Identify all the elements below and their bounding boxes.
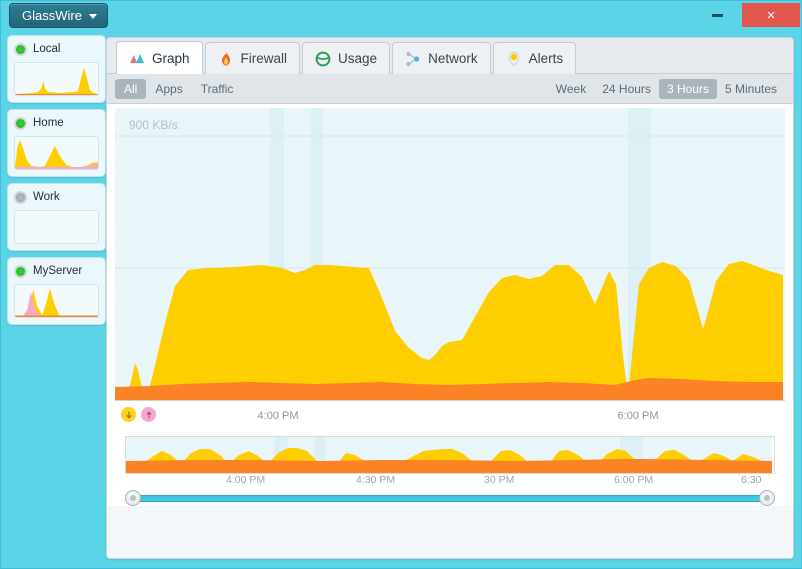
timeline-overview: 4:00 PM 4:30 PM 30 PM 6:00 PM 6:30 xyxy=(125,436,775,486)
x-tick-label: 4:00 PM xyxy=(257,410,299,422)
window-titlebar: GlassWire × xyxy=(1,1,801,29)
timeline-range-slider[interactable] xyxy=(125,490,775,506)
tab-firewall[interactable]: Firewall xyxy=(204,42,301,74)
overview-tick-label: 6:00 PM xyxy=(614,474,654,486)
network-card-header: Home xyxy=(14,115,99,131)
network-card-home[interactable]: Home xyxy=(7,109,106,177)
network-name: Local xyxy=(33,43,61,55)
view-filter-traffic[interactable]: Traffic xyxy=(192,79,243,99)
range-3-hours[interactable]: 3 Hours xyxy=(658,78,717,99)
tab-label: Firewall xyxy=(240,51,288,66)
glasswire-window: GlassWire × Local Home Work MyServer Gra… xyxy=(0,0,802,569)
minimize-icon xyxy=(711,13,723,17)
graph-body: 900 KB/s 4:00 PM 6:00 PM 4:00 PM 4:30 PM… xyxy=(107,104,793,506)
brand-menu-button[interactable]: GlassWire xyxy=(9,3,108,28)
range-week[interactable]: Week xyxy=(548,79,594,99)
tab-alerts[interactable]: Alerts xyxy=(492,42,577,74)
network-card-header: Work xyxy=(14,189,99,205)
main-chart-x-axis: 4:00 PM 6:00 PM xyxy=(115,400,785,429)
main-traffic-chart[interactable]: 900 KB/s xyxy=(115,108,785,400)
network-name: Home xyxy=(33,117,64,129)
tab-label: Usage xyxy=(338,51,378,66)
nodes-icon xyxy=(405,51,421,67)
slider-track[interactable] xyxy=(135,495,765,502)
network-card-header: MyServer xyxy=(14,263,99,279)
network-card-local[interactable]: Local xyxy=(7,35,106,103)
mountain-graph-icon xyxy=(129,50,145,66)
arrow-down-icon xyxy=(121,407,136,422)
overview-tick-label: 4:30 PM xyxy=(356,474,396,486)
tab-bar: Graph Firewall Usage Network Alerts xyxy=(107,38,793,74)
view-filter-all[interactable]: All xyxy=(115,78,147,99)
overview-tick-label: 6:30 xyxy=(741,474,762,486)
chevron-down-icon xyxy=(88,14,97,19)
minimize-button[interactable] xyxy=(701,3,733,27)
range-24-hours[interactable]: 24 Hours xyxy=(594,79,659,99)
tab-label: Network xyxy=(428,51,478,66)
flame-icon xyxy=(218,51,234,67)
pie-circle-icon xyxy=(315,51,331,67)
main-content-panel: Graph Firewall Usage Network Alerts All … xyxy=(106,37,794,559)
status-led-icon xyxy=(14,42,27,56)
close-icon: × xyxy=(766,6,776,24)
main-chart-svg xyxy=(115,108,783,400)
network-name: MyServer xyxy=(33,265,83,277)
overview-tick-label: 4:00 PM xyxy=(226,474,266,486)
view-toolbar: All Apps Traffic Week 24 Hours 3 Hours 5… xyxy=(107,74,793,104)
status-led-icon xyxy=(14,190,27,204)
brand-label: GlassWire xyxy=(22,8,82,23)
network-card-header: Local xyxy=(14,41,99,57)
tab-label: Graph xyxy=(152,50,190,66)
status-led-icon xyxy=(14,116,27,130)
network-sidebar: Local Home Work MyServer xyxy=(1,29,114,568)
overview-chart[interactable] xyxy=(125,436,775,474)
overview-chart-svg xyxy=(126,437,772,473)
alert-pin-icon xyxy=(506,51,522,67)
sparkline-work xyxy=(14,210,99,244)
network-name: Work xyxy=(33,191,60,203)
status-led-icon xyxy=(14,264,27,278)
close-button[interactable]: × xyxy=(742,3,800,27)
sparkline-home xyxy=(14,136,99,170)
tab-label: Alerts xyxy=(528,51,564,66)
range-5-minutes[interactable]: 5 Minutes xyxy=(717,79,785,99)
sparkline-myserver xyxy=(14,284,99,318)
tab-network[interactable]: Network xyxy=(392,42,491,74)
network-card-myserver[interactable]: MyServer xyxy=(7,257,106,325)
tab-graph[interactable]: Graph xyxy=(116,41,203,74)
slider-handle-right[interactable] xyxy=(759,490,775,506)
view-filter-apps[interactable]: Apps xyxy=(146,79,191,99)
x-tick-label: 6:00 PM xyxy=(617,410,659,422)
sparkline-local xyxy=(14,62,99,96)
arrow-up-icon xyxy=(141,407,156,422)
overview-tick-label: 30 PM xyxy=(484,474,515,486)
network-card-work[interactable]: Work xyxy=(7,183,106,251)
overview-x-axis: 4:00 PM 4:30 PM 30 PM 6:00 PM 6:30 xyxy=(125,474,775,488)
tab-usage[interactable]: Usage xyxy=(302,42,391,74)
slider-handle-left[interactable] xyxy=(125,490,141,506)
